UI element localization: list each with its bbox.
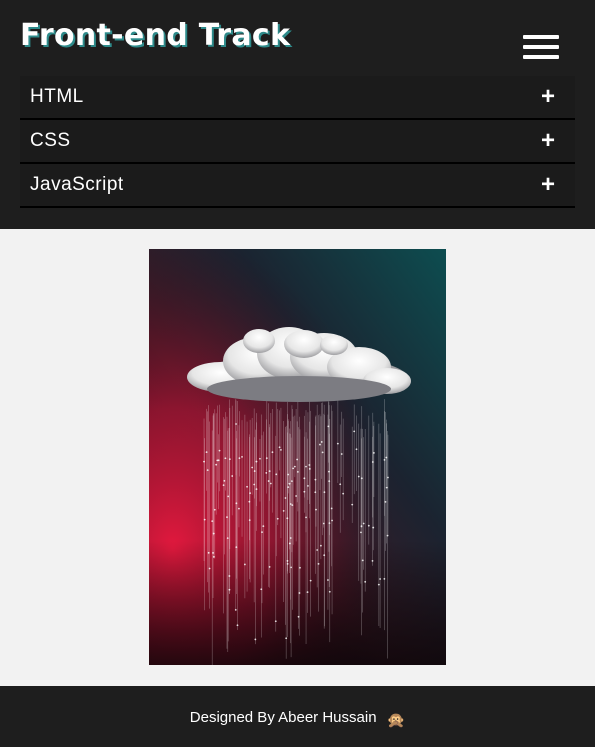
header: Front-end Track HTML + CSS + JavaScript … xyxy=(0,0,595,229)
hero-image xyxy=(149,249,446,665)
plus-icon[interactable]: + xyxy=(541,127,555,155)
accordion-label: CSS xyxy=(30,130,71,151)
accordion-item-javascript[interactable]: JavaScript + xyxy=(20,164,575,208)
monkey-emoji-icon: 🙊 xyxy=(386,712,406,729)
accordion-item-html[interactable]: HTML + xyxy=(20,76,575,120)
menu-bar xyxy=(523,45,559,49)
footer: Designed By Abeer Hussain 🙊 xyxy=(0,686,595,747)
plus-icon[interactable]: + xyxy=(541,171,555,199)
accordion-item-css[interactable]: CSS + xyxy=(20,120,575,164)
page-title: Front-end Track xyxy=(20,18,291,53)
accordion: HTML + CSS + JavaScript + xyxy=(20,76,575,208)
menu-bar xyxy=(523,55,559,59)
hamburger-menu-icon[interactable] xyxy=(523,35,559,60)
menu-bar xyxy=(523,35,559,39)
footer-credit: Designed By Abeer Hussain 🙊 xyxy=(0,709,595,729)
accordion-label: JavaScript xyxy=(30,174,124,195)
plus-icon[interactable]: + xyxy=(541,83,555,111)
footer-text: Designed By Abeer Hussain xyxy=(189,709,377,726)
accordion-label: HTML xyxy=(30,86,84,107)
